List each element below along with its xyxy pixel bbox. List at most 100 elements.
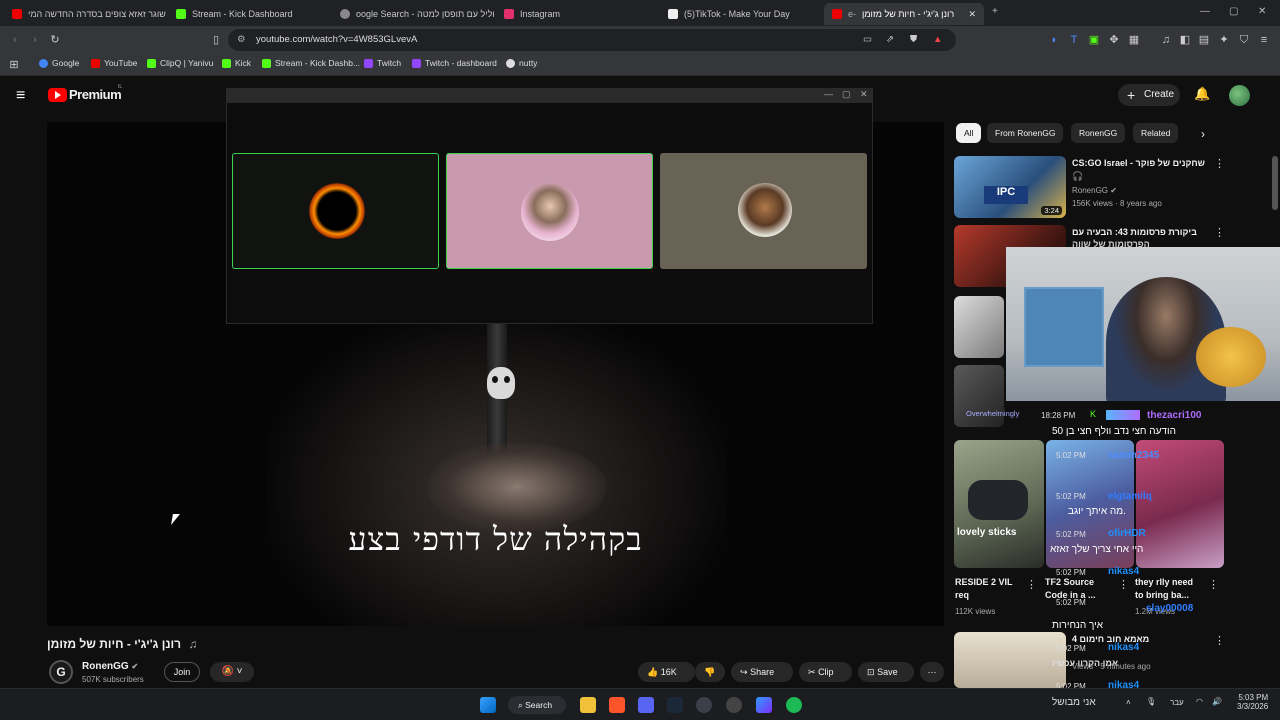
site-info-icon[interactable]: ⚙ <box>237 29 246 51</box>
participant-tile-3[interactable] <box>660 153 867 269</box>
subscribed-bell-button[interactable]: 🔕 ˅ <box>210 662 254 682</box>
extension-icon-3[interactable]: ▣ <box>1086 32 1102 48</box>
app-icon[interactable] <box>726 697 742 713</box>
sidebar-icon[interactable]: ◧ <box>1177 32 1193 48</box>
shorts-thumbnail[interactable]: lovely sticks <box>954 440 1044 568</box>
tab-5[interactable]: (5)TikTok - Make Your Day <box>660 3 822 25</box>
spotify-icon[interactable] <box>786 697 802 713</box>
clock[interactable]: 5:03 PM 3/3/2026 <box>1237 693 1268 711</box>
video-title[interactable]: ביקורת פרסומות 43: הבעיה עם <box>1072 227 1197 237</box>
tray-overflow-icon[interactable]: ˄ <box>1126 698 1131 707</box>
overlay-minimize-icon[interactable]: — <box>824 89 833 99</box>
windows-start-icon[interactable] <box>480 697 496 713</box>
back-icon[interactable]: ‹ <box>7 32 23 48</box>
video-title[interactable]: CS:GO Israel - שחקנים של פוקר <box>1072 158 1205 168</box>
bookmark-kick[interactable]: Kick <box>222 58 251 68</box>
chip-all[interactable]: All <box>956 123 982 143</box>
microphone-icon[interactable]: 🎙 <box>1146 697 1156 706</box>
youtube-logo-icon[interactable] <box>48 88 67 102</box>
more-options-icon[interactable]: ⋮ <box>1214 634 1225 647</box>
account-avatar[interactable] <box>1229 85 1250 106</box>
bookmark-twitch[interactable]: Twitch <box>364 58 401 68</box>
close-tab-icon[interactable]: ✕ <box>968 9 976 20</box>
video-thumbnail[interactable] <box>954 296 1004 358</box>
tab-2[interactable]: Stream - Kick Dashboard <box>168 3 330 25</box>
video-title[interactable]: they rlly need <box>1135 577 1193 587</box>
bookmark-youtube[interactable]: YouTube <box>91 58 137 68</box>
brave-rewards-icon[interactable]: ▲ <box>933 29 942 51</box>
tab-1[interactable]: שוגר זאזא צופים בסדרה החדשה המי <box>4 3 166 25</box>
channel-name[interactable]: RonenGG ✔ <box>82 661 138 672</box>
bookmark-icon[interactable]: ▯ <box>208 32 224 48</box>
chip-related[interactable]: Related <box>1133 123 1179 143</box>
participant-tile-2[interactable] <box>446 153 653 269</box>
vpn-shield-icon[interactable]: ⛉ <box>1236 32 1252 48</box>
video-title[interactable]: RESIDE 2 VIL <box>955 577 1013 587</box>
extensions-puzzle-icon[interactable]: ✥ <box>1106 32 1122 48</box>
wallet-icon[interactable]: ▤ <box>1196 32 1212 48</box>
maximize-icon[interactable]: ▢ <box>1229 6 1238 17</box>
forward-icon[interactable]: › <box>27 32 43 48</box>
join-button[interactable]: Join <box>164 662 200 682</box>
create-button[interactable]: + Create <box>1118 84 1180 106</box>
menu-icon[interactable]: ≡ <box>1256 32 1272 48</box>
page-scrollbar[interactable] <box>1272 156 1278 210</box>
tab-6-active[interactable]: e- רונן ג'יג'י - חיות של מזומן ✕ <box>824 3 984 25</box>
bookmark-kick-dashboard[interactable]: Stream - Kick Dashb... <box>262 58 360 68</box>
obs-icon[interactable] <box>696 697 712 713</box>
app-icon[interactable] <box>756 697 772 713</box>
chip-from-ronengg[interactable]: From RonenGG <box>987 123 1064 143</box>
new-tab-button[interactable]: + <box>992 6 998 17</box>
share-page-icon[interactable]: ⇗ <box>886 29 894 51</box>
tab-4[interactable]: Instagram <box>496 3 658 25</box>
wifi-icon[interactable]: ◠ <box>1196 697 1203 706</box>
file-explorer-icon[interactable] <box>580 697 596 713</box>
bookmark-clipq[interactable]: ClipQ | Yanivu <box>147 58 213 68</box>
participant-tile-1[interactable] <box>232 153 439 269</box>
video-title[interactable]: TF2 Source <box>1045 577 1094 587</box>
share-button[interactable]: ↪ Share <box>731 662 793 682</box>
video-title-line2[interactable]: to bring ba... <box>1135 590 1189 600</box>
more-options-icon[interactable]: ⋮ <box>1026 578 1037 591</box>
video-thumbnail[interactable]: IPC 3:24 <box>954 156 1066 218</box>
chip-ronengg[interactable]: RonenGG <box>1071 123 1126 143</box>
leo-ai-icon[interactable]: ✦ <box>1216 32 1232 48</box>
taskbar-search[interactable]: ⌕ Search <box>508 696 566 714</box>
overlay-maximize-icon[interactable]: ▢ <box>842 89 851 100</box>
more-options-icon[interactable]: ⋮ <box>1214 157 1225 170</box>
overlay-close-icon[interactable]: ✕ <box>860 89 868 100</box>
notifications-bell-icon[interactable]: 🔔 <box>1194 86 1210 102</box>
media-controls-icon[interactable]: ♫ <box>1158 32 1174 48</box>
steam-icon[interactable] <box>667 697 683 713</box>
chips-next-icon[interactable]: › <box>1201 127 1205 141</box>
address-bar[interactable]: ⚙ youtube.com/watch?v=4W853GLvevA ▭ ⇗ ⛊ … <box>228 29 956 51</box>
bookmark-google[interactable]: Google <box>39 58 79 68</box>
clip-button[interactable]: ✂ Clip <box>799 662 852 682</box>
apps-grid-icon[interactable]: ⊞ <box>6 57 22 73</box>
tab-3[interactable]: oogle Search - חליל עם תופסן למטה <box>332 3 494 25</box>
more-actions-button[interactable]: ⋯ <box>920 662 944 682</box>
dislike-button[interactable]: 👎 <box>695 662 725 682</box>
close-window-icon[interactable]: ✕ <box>1258 6 1266 17</box>
translate-extension-icon[interactable]: T <box>1066 32 1082 48</box>
channel-avatar[interactable]: G <box>49 660 73 684</box>
bookmark-twitch-dashboard[interactable]: Twitch - dashboard <box>412 58 497 68</box>
more-options-icon[interactable]: ⋮ <box>1208 578 1219 591</box>
hamburger-menu-icon[interactable]: ≡ <box>16 87 25 105</box>
brave-browser-icon[interactable] <box>609 697 625 713</box>
volume-icon[interactable]: 🔊 <box>1212 697 1222 706</box>
extension-icon-1[interactable]: ◗ <box>1046 32 1062 48</box>
minimize-icon[interactable]: — <box>1200 6 1210 17</box>
video-channel[interactable]: RonenGG ✔ <box>1072 186 1117 195</box>
bookmark-nutty[interactable]: nutty <box>506 58 537 68</box>
language-indicator[interactable]: עבר <box>1170 698 1184 707</box>
reload-icon[interactable]: ↻ <box>47 32 63 48</box>
video-thumbnail[interactable] <box>954 632 1066 688</box>
youtube-premium-logo[interactable]: Premium <box>69 87 122 102</box>
more-options-icon[interactable]: ⋮ <box>1214 226 1225 239</box>
more-options-icon[interactable]: ⋮ <box>1118 578 1129 591</box>
video-title-line2[interactable]: req <box>955 590 969 600</box>
save-button[interactable]: ⊡ Save <box>858 662 914 682</box>
extension-icon-5[interactable]: ▦ <box>1126 32 1142 48</box>
cast-icon[interactable]: ▭ <box>863 29 872 51</box>
